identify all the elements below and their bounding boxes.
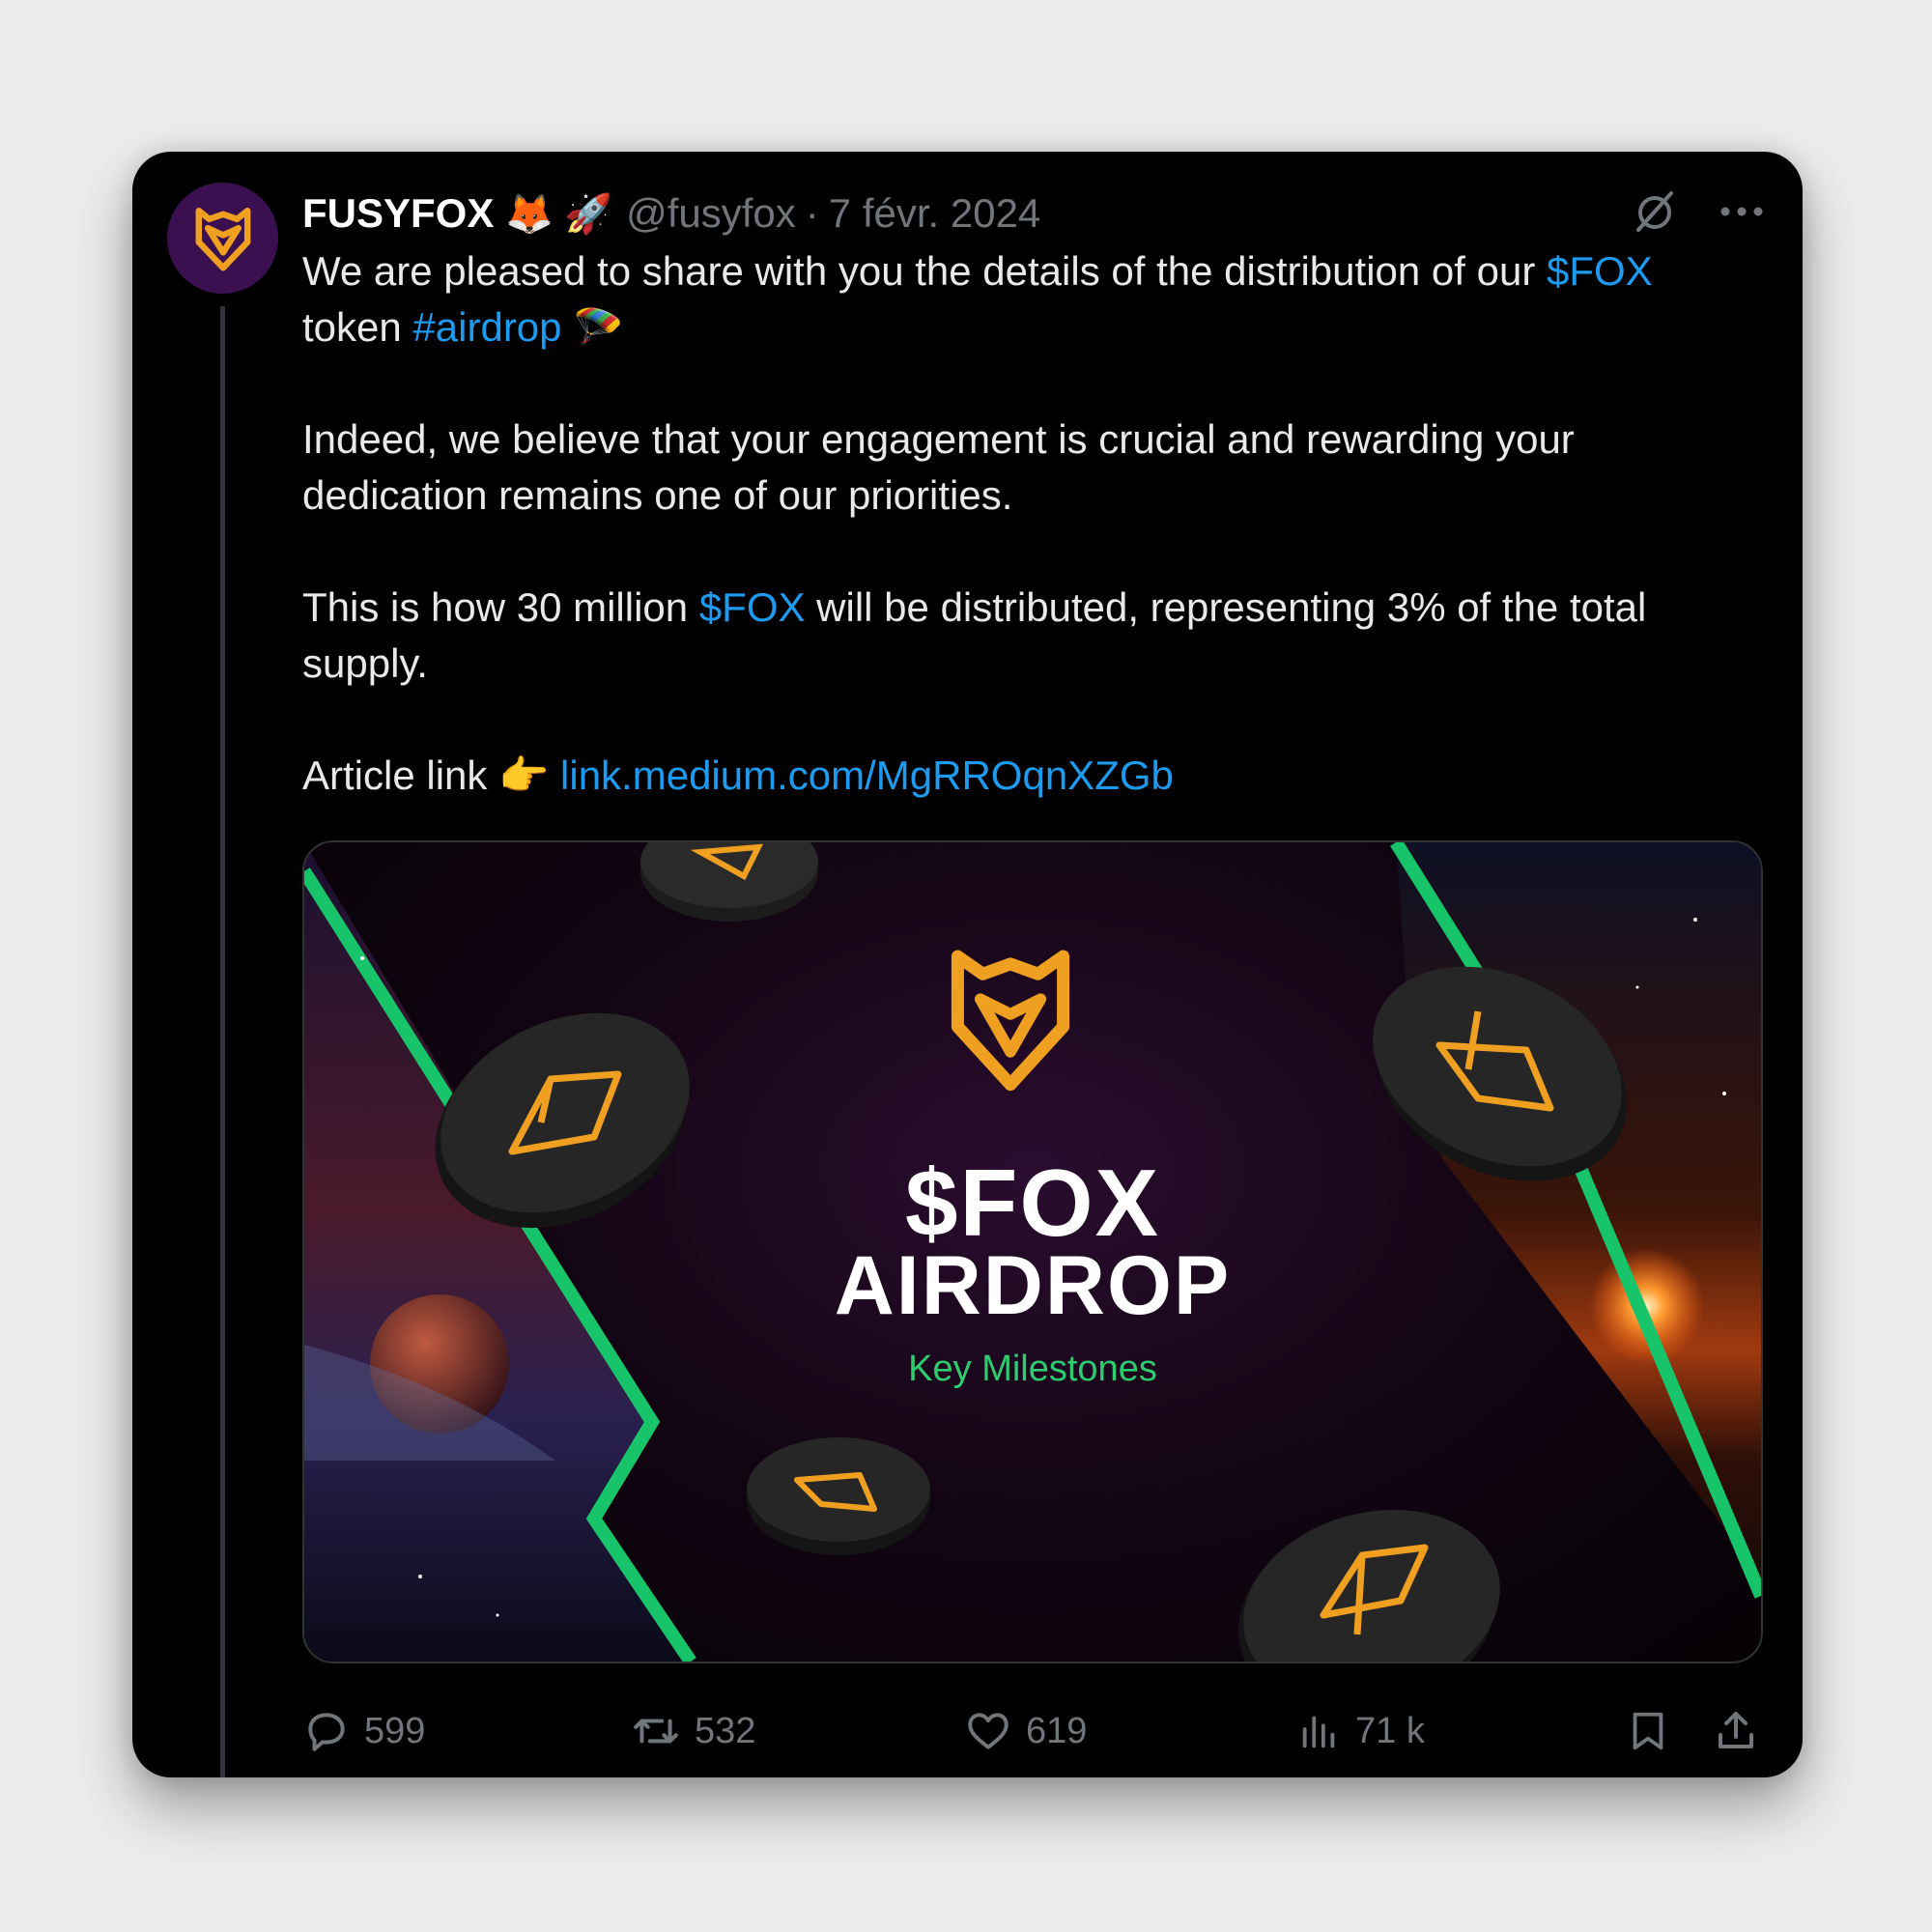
views-icon	[1302, 1716, 1335, 1748]
tweet-date[interactable]: 7 févr. 2024	[829, 190, 1041, 237]
reply-count: 599	[364, 1710, 426, 1751]
reply-icon	[308, 1713, 345, 1751]
text-paragraph-2: Indeed, we believe that your engagement …	[302, 416, 1575, 518]
repost-icon	[634, 1719, 678, 1744]
fox-logo-icon	[195, 207, 250, 270]
name-emojis: 🦊 🚀	[505, 192, 613, 236]
avatar[interactable]	[167, 183, 278, 294]
coin-bottom-center	[747, 1437, 930, 1555]
pointing-emoji: 👉	[498, 753, 550, 798]
like-count: 619	[1026, 1710, 1088, 1751]
tweet-actions: 599 532 619 71 k	[302, 1697, 1761, 1765]
hashtag-link[interactable]: #airdrop	[412, 304, 561, 350]
parachute-emoji: 🪂	[573, 304, 624, 350]
grok-icon[interactable]	[1631, 187, 1679, 241]
bookmark-icon	[1633, 1712, 1663, 1750]
text-token: token	[302, 304, 413, 350]
repost-button[interactable]: 532	[631, 1697, 755, 1765]
tweet-text: We are pleased to share with you the det…	[302, 243, 1761, 860]
coin-bottom-right	[1238, 1509, 1500, 1662]
like-icon	[968, 1713, 1009, 1749]
cashtag-link[interactable]: $FOX	[1547, 248, 1653, 294]
coin-top	[640, 842, 818, 922]
article-link[interactable]: link.medium.com/MgRROqnXZGb	[560, 753, 1174, 798]
share-icon	[1719, 1712, 1753, 1748]
tweet-header: FUSYFOX 🦊 🚀 @fusyfox · 7 févr. 2024	[302, 185, 1764, 242]
media-text: $FOX AIRDROP Key Milestones	[304, 1150, 1761, 1390]
tweet-media-image[interactable]: $FOX AIRDROP Key Milestones	[302, 840, 1763, 1663]
media-subtitle: Key Milestones	[908, 1349, 1157, 1389]
more-icon[interactable]	[1719, 205, 1764, 223]
repost-count: 532	[695, 1710, 756, 1751]
separator: ·	[805, 190, 819, 236]
views-button[interactable]: 71 k	[1297, 1697, 1425, 1765]
handle[interactable]: @fusyfox	[626, 190, 796, 237]
bookmark-button[interactable]	[1626, 1697, 1670, 1765]
text-paragraph-1: We are pleased to share with you the det…	[302, 248, 1547, 294]
text-paragraph-3: This is how 30 million	[302, 584, 699, 630]
reply-button[interactable]: 599	[302, 1697, 425, 1765]
media-token: $FOX	[905, 1150, 1160, 1256]
thread-line	[220, 306, 225, 1777]
views-count: 71 k	[1355, 1710, 1425, 1751]
tweet-card: FUSYFOX 🦊 🚀 @fusyfox · 7 févr. 2024 We a…	[132, 152, 1803, 1777]
share-button[interactable]	[1713, 1697, 1759, 1765]
display-name[interactable]: FUSYFOX	[302, 190, 494, 237]
media-title: AIRDROP	[834, 1239, 1232, 1332]
fox-logo-icon	[951, 950, 1070, 1092]
article-label: Article link	[302, 753, 499, 798]
like-button[interactable]: 619	[964, 1697, 1087, 1765]
cashtag-link[interactable]: $FOX	[699, 584, 806, 630]
